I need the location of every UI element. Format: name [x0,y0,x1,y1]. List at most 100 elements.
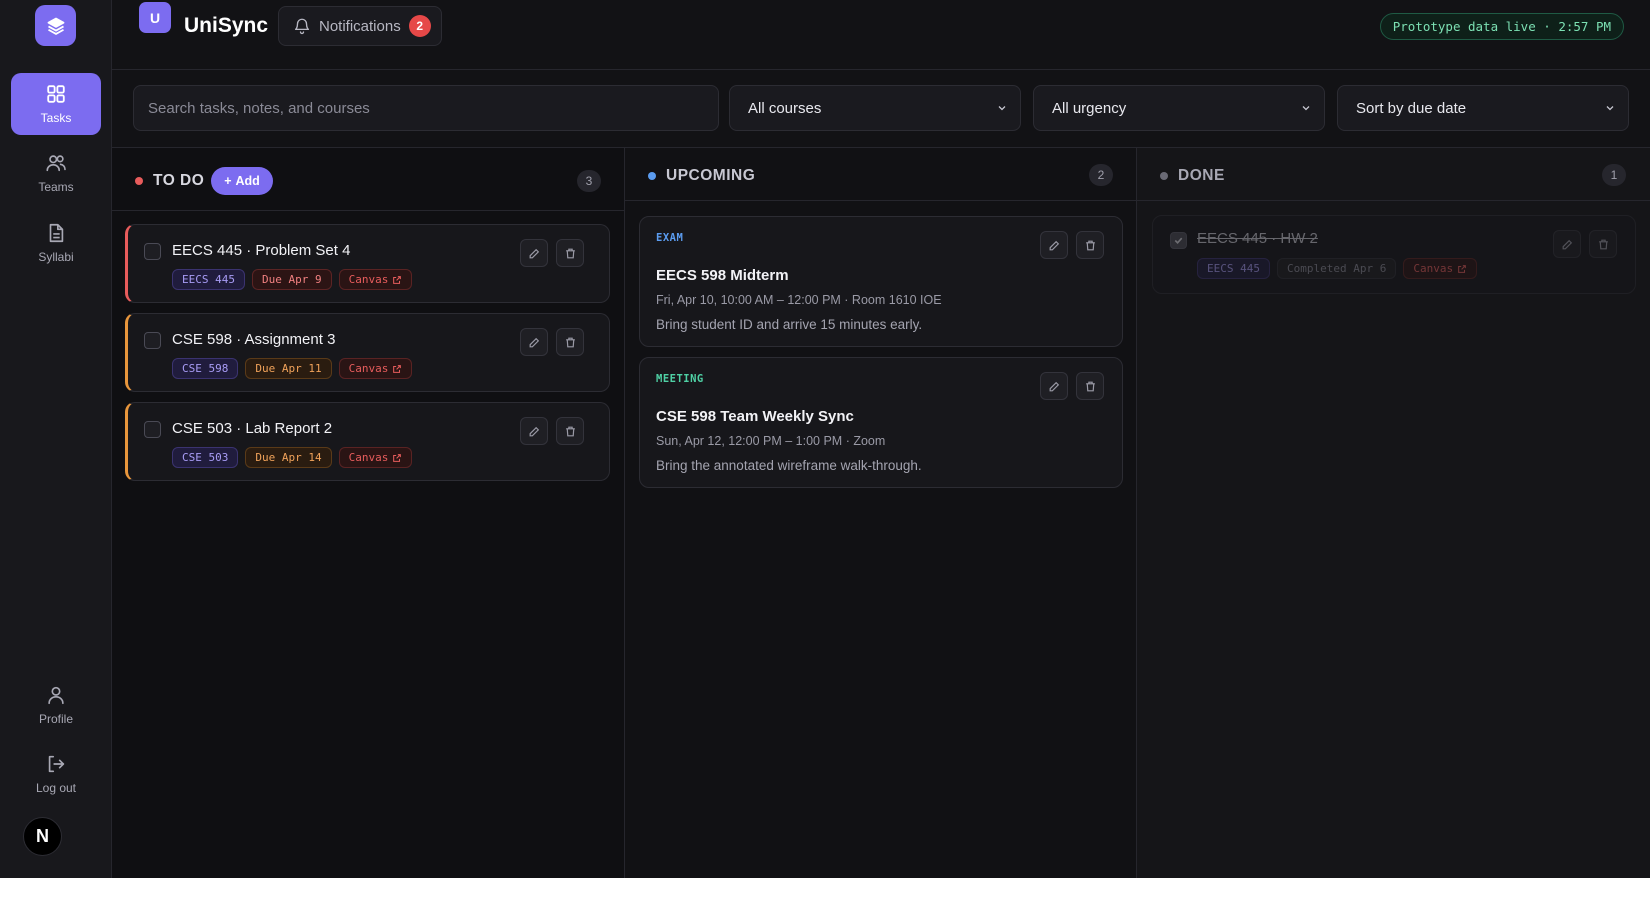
task-title: CSE 598 · Assignment 3 [172,331,336,348]
sidebar-item-label: Tasks [40,111,72,125]
live-status-pill: Prototype data live · 2:57 PM [1379,13,1624,40]
task-chips: EECS 445 Due Apr 9 Canvas [172,269,413,290]
course-chip: EECS 445 [1197,258,1270,279]
canvas-link-label: Canvas [348,451,389,464]
search-input[interactable]: Search tasks, notes, and courses [133,85,719,131]
course-chip: CSE 598 [172,358,239,379]
delete-button[interactable] [556,417,584,445]
sidebar-item-label: Syllabi [38,250,74,264]
edit-button[interactable] [1553,230,1581,258]
sidebar-item-label: Profile [38,712,73,726]
add-task-button[interactable]: + Add [211,167,273,195]
chevron-down-icon [1606,106,1614,111]
edit-icon [1049,381,1059,391]
task-card[interactable]: CSE 503 · Lab Report 2 CSE 503 Due Apr 1… [125,402,610,481]
chevron-down-icon [998,106,1006,111]
trash-icon [565,426,575,436]
trash-icon [1598,239,1608,249]
task-card[interactable]: EECS 445 · Problem Set 4 EECS 445 Due Ap… [125,224,610,303]
column-title: DONE [1178,167,1225,184]
top-header: U UniSync Notifications 2 Prototype data… [112,0,1650,70]
task-checkbox[interactable] [144,421,161,438]
canvas-link[interactable]: Canvas [338,358,413,379]
grid-icon [47,85,65,103]
canvas-link[interactable]: Canvas [338,447,413,468]
due-chip: Due Apr 14 [245,447,332,468]
edit-button[interactable] [520,239,548,267]
edit-button[interactable] [520,328,548,356]
edit-icon [529,426,539,436]
event-card[interactable]: EXAM EECS 598 Midterm Fri, Apr 10, 10:00… [639,216,1123,347]
logout-icon [48,755,65,773]
delete-button[interactable] [556,328,584,356]
delete-button[interactable] [1076,231,1104,259]
event-card[interactable]: MEETING CSE 598 Team Weekly Sync Sun, Ap… [639,357,1123,488]
sidebar-item-logout[interactable]: Log out [11,743,101,805]
app-window: Tasks Teams Syllabi Profile Log out N U … [0,0,1650,878]
task-chips: EECS 445 Completed Apr 6 Canvas [1197,258,1478,279]
notifications-count-badge: 2 [408,15,431,37]
column-count: 1 [1602,164,1626,186]
sidebar-item-tasks[interactable]: Tasks [11,73,101,135]
plus-icon: + [224,174,232,188]
edit-icon [1049,240,1059,250]
trash-icon [1085,381,1095,391]
avatar[interactable]: N [23,817,62,856]
sidebar-item-label: Log out [35,781,77,795]
event-type: EXAM [656,232,684,244]
task-chips: CSE 598 Due Apr 11 Canvas [172,358,413,379]
notifications-label: Notifications [319,17,401,35]
delete-button[interactable] [1076,372,1104,400]
delete-button[interactable] [1589,230,1617,258]
avatar-letter: N [36,826,49,846]
trash-icon [565,248,575,258]
status-dot [1160,172,1168,180]
task-card[interactable]: CSE 598 · Assignment 3 CSE 598 Due Apr 1… [125,313,610,392]
external-link-icon [393,364,402,373]
task-checkbox[interactable] [1170,232,1187,249]
trash-icon [1085,240,1095,250]
event-note: Bring student ID and arrive 15 minutes e… [656,317,923,332]
column-done: DONE 1 EECS 445 · HW 2 EECS 445 Complete… [1137,148,1650,878]
canvas-link[interactable]: Canvas [1403,258,1478,279]
course-chip: EECS 445 [172,269,245,290]
urgency-select-value: All urgency [1052,99,1127,117]
urgency-select[interactable]: All urgency [1033,85,1325,131]
task-card-done[interactable]: EECS 445 · HW 2 EECS 445 Completed Apr 6… [1152,215,1636,294]
task-checkbox[interactable] [144,332,161,349]
edit-button[interactable] [1040,372,1068,400]
event-note: Bring the annotated wireframe walk-throu… [656,458,922,473]
edit-button[interactable] [520,417,548,445]
column-title: UPCOMING [666,167,756,184]
column-count: 2 [1089,164,1113,186]
check-icon [1174,237,1183,244]
sidebar-item-teams[interactable]: Teams [11,142,101,204]
delete-button[interactable] [556,239,584,267]
app-logo[interactable] [35,5,76,46]
sort-select[interactable]: Sort by due date [1337,85,1629,131]
external-link-icon [1458,264,1466,273]
task-checkbox[interactable] [144,243,161,260]
column-count: 3 [577,170,601,192]
notifications-button[interactable]: Notifications 2 [278,6,442,46]
edit-button[interactable] [1040,231,1068,259]
column-title: TO DO [153,172,205,189]
task-title: EECS 445 · Problem Set 4 [172,242,351,259]
sidebar-item-profile[interactable]: Profile [11,674,101,736]
completed-chip: Completed Apr 6 [1276,258,1397,279]
layers-icon [47,17,64,35]
external-link-icon [393,275,402,284]
event-meta: Sun, Apr 12, 12:00 PM – 1:00 PM · Zoom [656,434,886,448]
user-icon [48,686,64,705]
sidebar-item-syllabi[interactable]: Syllabi [11,212,101,274]
course-select[interactable]: All courses [729,85,1021,131]
event-title: CSE 598 Team Weekly Sync [656,408,854,425]
edit-icon [1562,239,1572,249]
edit-icon [529,337,539,347]
canvas-link[interactable]: Canvas [338,269,413,290]
document-icon [49,223,64,243]
add-task-label: Add [235,174,260,188]
event-type: MEETING [656,373,704,385]
sort-select-value: Sort by due date [1356,99,1467,117]
event-meta: Fri, Apr 10, 10:00 AM – 12:00 PM · Room … [656,293,942,307]
